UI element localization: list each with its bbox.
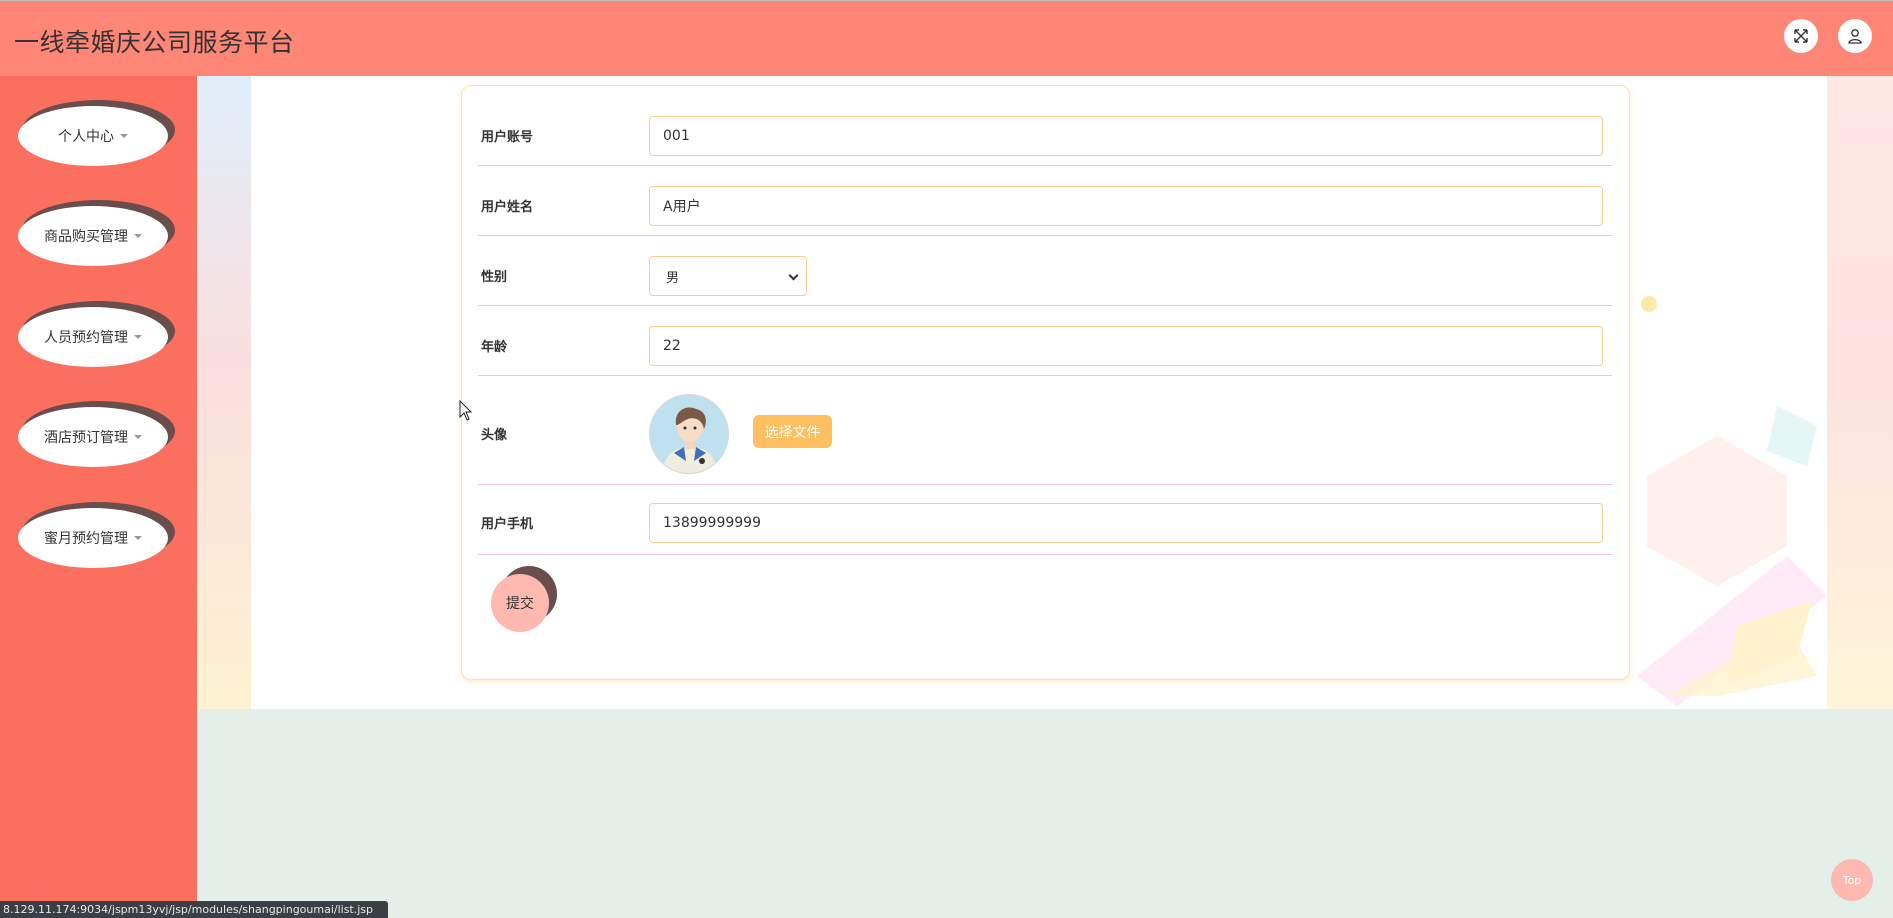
menu-item-pill[interactable]: 人员预约管理: [18, 307, 168, 367]
submit-button-wrap: 提交: [491, 566, 561, 636]
avatar-illustration: [650, 395, 728, 473]
browser-status-bar: 8.129.11.174:9034/jspm13yvj/jsp/modules/…: [0, 901, 388, 918]
age-input[interactable]: 22: [649, 326, 1603, 366]
sidebar-item-hotel-booking[interactable]: 酒店预订管理: [18, 401, 175, 473]
background-circle-dot: [1641, 296, 1657, 312]
chevron-down-icon: [788, 270, 799, 281]
menu-item-pill[interactable]: 酒店预订管理: [18, 407, 168, 467]
form-row-avatar: 头像 选择文件: [478, 376, 1612, 485]
caret-down-icon: [120, 134, 128, 138]
fullscreen-icon: [1794, 29, 1808, 43]
caret-down-icon: [134, 536, 142, 540]
background-right-strip: [1827, 76, 1893, 709]
sidebar-item-product-purchase[interactable]: 商品购买管理: [18, 200, 175, 272]
account-input[interactable]: 001: [649, 116, 1603, 156]
form-row-age: 年龄 22: [478, 306, 1612, 376]
phone-input[interactable]: 13899999999: [649, 503, 1603, 543]
sidebar-item-honeymoon-booking[interactable]: 蜜月预约管理: [18, 502, 175, 574]
fullscreen-button[interactable]: [1784, 19, 1818, 53]
account-label: 用户账号: [481, 130, 534, 145]
background-left-strip: [197, 76, 251, 709]
phone-label: 用户手机: [481, 517, 534, 532]
app-title: 一线牵婚庆公司服务平台: [14, 28, 295, 57]
top-header: 一线牵婚庆公司服务平台: [0, 0, 1893, 76]
background-shape-right: [1647, 436, 1817, 696]
form-row-gender: 性别 男: [478, 236, 1612, 306]
user-icon: [1848, 29, 1862, 44]
menu-item-pill[interactable]: 商品购买管理: [18, 206, 168, 266]
name-label: 用户姓名: [481, 200, 534, 215]
menu-item-pill[interactable]: 蜜月预约管理: [18, 508, 168, 568]
form-row-account: 用户账号 001: [478, 86, 1612, 166]
sidebar-item-personal-center[interactable]: 个人中心: [18, 100, 175, 172]
name-input[interactable]: A用户: [649, 186, 1603, 226]
mouse-cursor-icon: [459, 400, 473, 421]
avatar-image: [649, 394, 729, 474]
caret-down-icon: [134, 435, 142, 439]
caret-down-icon: [134, 335, 142, 339]
sidebar-item-staff-booking[interactable]: 人员预约管理: [18, 301, 175, 373]
avatar-label: 头像: [481, 428, 508, 443]
sidebar-item-label: 人员预约管理: [44, 330, 128, 346]
gender-selected-value: 男: [666, 270, 680, 286]
sidebar: 个人中心 商品购买管理 人员预约管理 酒店预订管理 蜜月预约管理: [0, 76, 197, 918]
gender-select[interactable]: 男: [649, 256, 807, 296]
back-to-top-button[interactable]: Top: [1831, 859, 1873, 901]
sidebar-item-label: 商品购买管理: [44, 229, 128, 245]
form-row-name: 用户姓名 A用户: [478, 166, 1612, 236]
user-button[interactable]: [1838, 19, 1872, 53]
submit-button[interactable]: 提交: [491, 574, 549, 632]
menu-item-pill[interactable]: 个人中心: [18, 106, 168, 166]
profile-form-card: 用户账号 001 用户姓名 A用户 性别 男 年龄 22 头像 选择文件 用户手…: [461, 85, 1630, 680]
gender-label: 性别: [481, 270, 508, 285]
sidebar-item-label: 个人中心: [58, 129, 114, 145]
age-label: 年龄: [481, 340, 508, 355]
sidebar-item-label: 酒店预订管理: [44, 430, 128, 446]
form-row-phone: 用户手机 13899999999: [478, 485, 1612, 555]
choose-file-button[interactable]: 选择文件: [753, 415, 832, 448]
caret-down-icon: [134, 234, 142, 238]
sidebar-item-label: 蜜月预约管理: [44, 531, 128, 547]
